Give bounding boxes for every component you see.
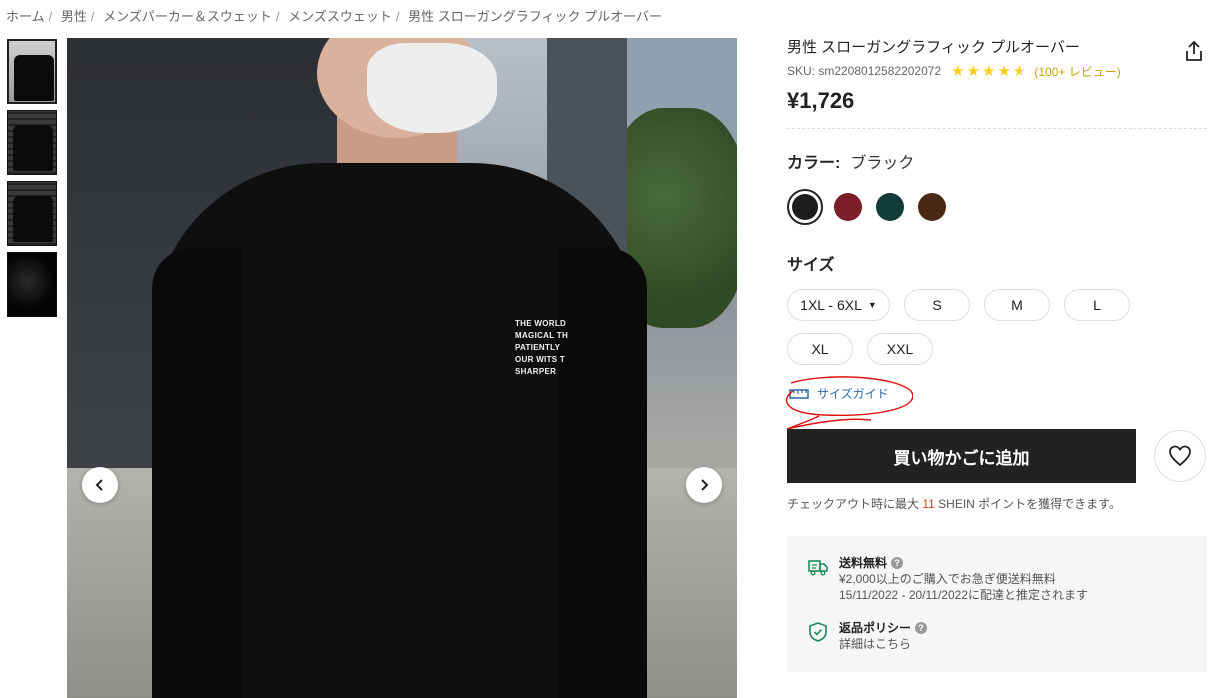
returns-title: 返品ポリシー?: [839, 619, 928, 636]
ruler-icon: [789, 388, 809, 399]
shipping-line1: ¥2,000以上のご購入でお急ぎ便送料無料: [839, 572, 1056, 586]
breadcrumb-hoodies[interactable]: メンズパーカー＆スウェット: [103, 9, 272, 24]
main-product-image: THE WORLD MAGICAL TH PATIENTLY OUR WITS …: [67, 38, 737, 698]
divider: [787, 128, 1207, 129]
photo-sleeve-right: [557, 248, 647, 698]
chevron-left-icon: [95, 479, 103, 491]
color-label-text: カラー:: [787, 155, 841, 172]
size-option-xl[interactable]: XL: [787, 333, 853, 365]
size-option-s[interactable]: S: [904, 289, 970, 321]
price: ¥1,726: [787, 88, 855, 113]
thumbnail-3[interactable]: [7, 181, 57, 246]
returns-details-link[interactable]: 詳細はこちら: [839, 636, 927, 652]
photo-sleeve-left: [152, 248, 242, 698]
truck-icon: [808, 560, 828, 576]
sweater-print-text: THE WORLD MAGICAL TH PATIENTLY OUR WITS …: [515, 319, 569, 376]
shipping-box: 送料無料? ¥2,000以上のご購入でお急ぎ便送料無料 15/11/2022 -…: [787, 536, 1207, 672]
size-option-xxl[interactable]: XXL: [867, 333, 933, 365]
next-image-button[interactable]: [686, 467, 722, 503]
size-option-l[interactable]: L: [1064, 289, 1130, 321]
size-guide-text: サイズガイド: [817, 387, 889, 401]
shipping-title: 送料無料?: [839, 554, 1088, 571]
returns-text: 返品ポリシー? 詳細はこちら: [839, 619, 928, 652]
breadcrumb-current: 男性 スローガングラフィック プルオーバー: [408, 9, 662, 24]
size-range-dropdown[interactable]: 1XL - 6XL ▼: [787, 289, 890, 321]
size-guide-area: サイズガイド: [785, 376, 1207, 430]
thumbnail-list: [7, 39, 57, 323]
help-icon[interactable]: ?: [915, 621, 928, 634]
color-label: カラー: ブラック: [787, 149, 1207, 173]
points-number: 11: [922, 497, 935, 511]
points-prefix: チェックアウト時に最大: [787, 497, 920, 511]
wishlist-button[interactable]: [1154, 430, 1206, 482]
shipping-text: 送料無料? ¥2,000以上のご購入でお急ぎ便送料無料 15/11/2022 -…: [839, 554, 1088, 603]
selected-color: ブラック: [850, 155, 915, 172]
size-guide-link[interactable]: サイズガイド: [789, 385, 889, 402]
breadcrumb-sweatshirts[interactable]: メンズスウェット: [288, 9, 392, 24]
product-title: 男性 スローガングラフィック プルオーバー: [787, 39, 1080, 56]
points-notice: チェックアウト時に最大 11 SHEIN ポイントを獲得できます。: [787, 495, 1207, 512]
swatch-brown[interactable]: [918, 193, 946, 221]
breadcrumb-home[interactable]: ホーム: [6, 9, 45, 24]
points-suffix: SHEIN ポイントを獲得できます。: [938, 497, 1121, 511]
returns-row: 返品ポリシー? 詳細はこちら: [807, 619, 1187, 652]
breadcrumb: ホーム / 男性 / メンズパーカー＆スウェット / メンズスウェット / 男性 スロー…: [6, 9, 662, 24]
chevron-right-icon: [701, 479, 709, 491]
swatch-dark-green[interactable]: [876, 193, 904, 221]
breadcrumb-men[interactable]: 男性: [61, 9, 87, 24]
shipping-title-text: 送料無料: [839, 556, 888, 570]
heart-icon: [1169, 445, 1191, 467]
product-info: 男性 スローガングラフィック プルオーバー SKU: sm22080125822…: [785, 38, 1207, 672]
size-label: サイズ: [787, 257, 835, 274]
swatch-burgundy[interactable]: [834, 193, 862, 221]
prev-image-button[interactable]: [82, 467, 118, 503]
help-icon[interactable]: ?: [891, 556, 904, 569]
shipping-line2: 15/11/2022 - 20/11/2022に配達と推定されます: [839, 588, 1089, 602]
returns-title-text: 返品ポリシー: [839, 621, 912, 635]
product-meta: SKU: sm2208012582202072 ★★★★★★ (100+ レビュ…: [787, 62, 1207, 80]
size-options: 1XL - 6XL ▼ S M L XL XXL: [787, 289, 1147, 365]
reviews-link[interactable]: (100+ レビュー): [1034, 63, 1120, 80]
color-swatches: [787, 189, 1207, 225]
photo-mask: [367, 43, 497, 133]
thumbnail-1[interactable]: [7, 39, 57, 104]
thumbnail-4[interactable]: [7, 252, 57, 317]
size-option-m[interactable]: M: [984, 289, 1050, 321]
add-to-cart-button[interactable]: 買い物かごに追加: [787, 429, 1136, 483]
caret-down-icon: ▼: [867, 300, 877, 310]
thumbnail-2[interactable]: [7, 110, 57, 175]
sku: SKU: sm2208012582202072: [787, 64, 942, 78]
shipping-row: 送料無料? ¥2,000以上のご購入でお急ぎ便送料無料 15/11/2022 -…: [807, 554, 1187, 603]
cta-row: 買い物かごに追加: [787, 429, 1207, 483]
shield-check-icon: [809, 622, 827, 642]
rating-stars-icon: ★★★★★★: [951, 63, 1029, 80]
size-range-value: 1XL - 6XL: [800, 297, 862, 313]
swatch-black[interactable]: [787, 189, 823, 225]
